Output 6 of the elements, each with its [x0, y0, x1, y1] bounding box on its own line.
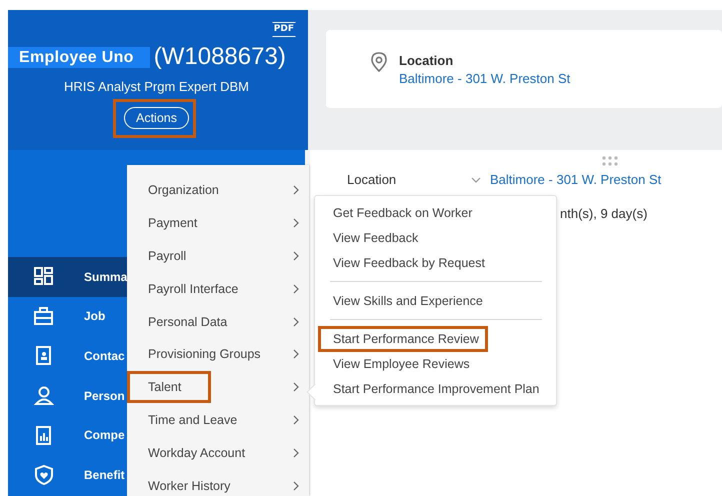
employee-name: Employee Uno	[8, 46, 150, 68]
location-label: Location	[399, 52, 454, 68]
field-label: Location	[347, 172, 398, 187]
job-title: HRIS Analyst Prgm Expert DBM	[64, 79, 249, 94]
tenure-text: nth(s), 9 day(s)	[560, 206, 648, 221]
worker-id: (W1088673)	[154, 43, 286, 71]
